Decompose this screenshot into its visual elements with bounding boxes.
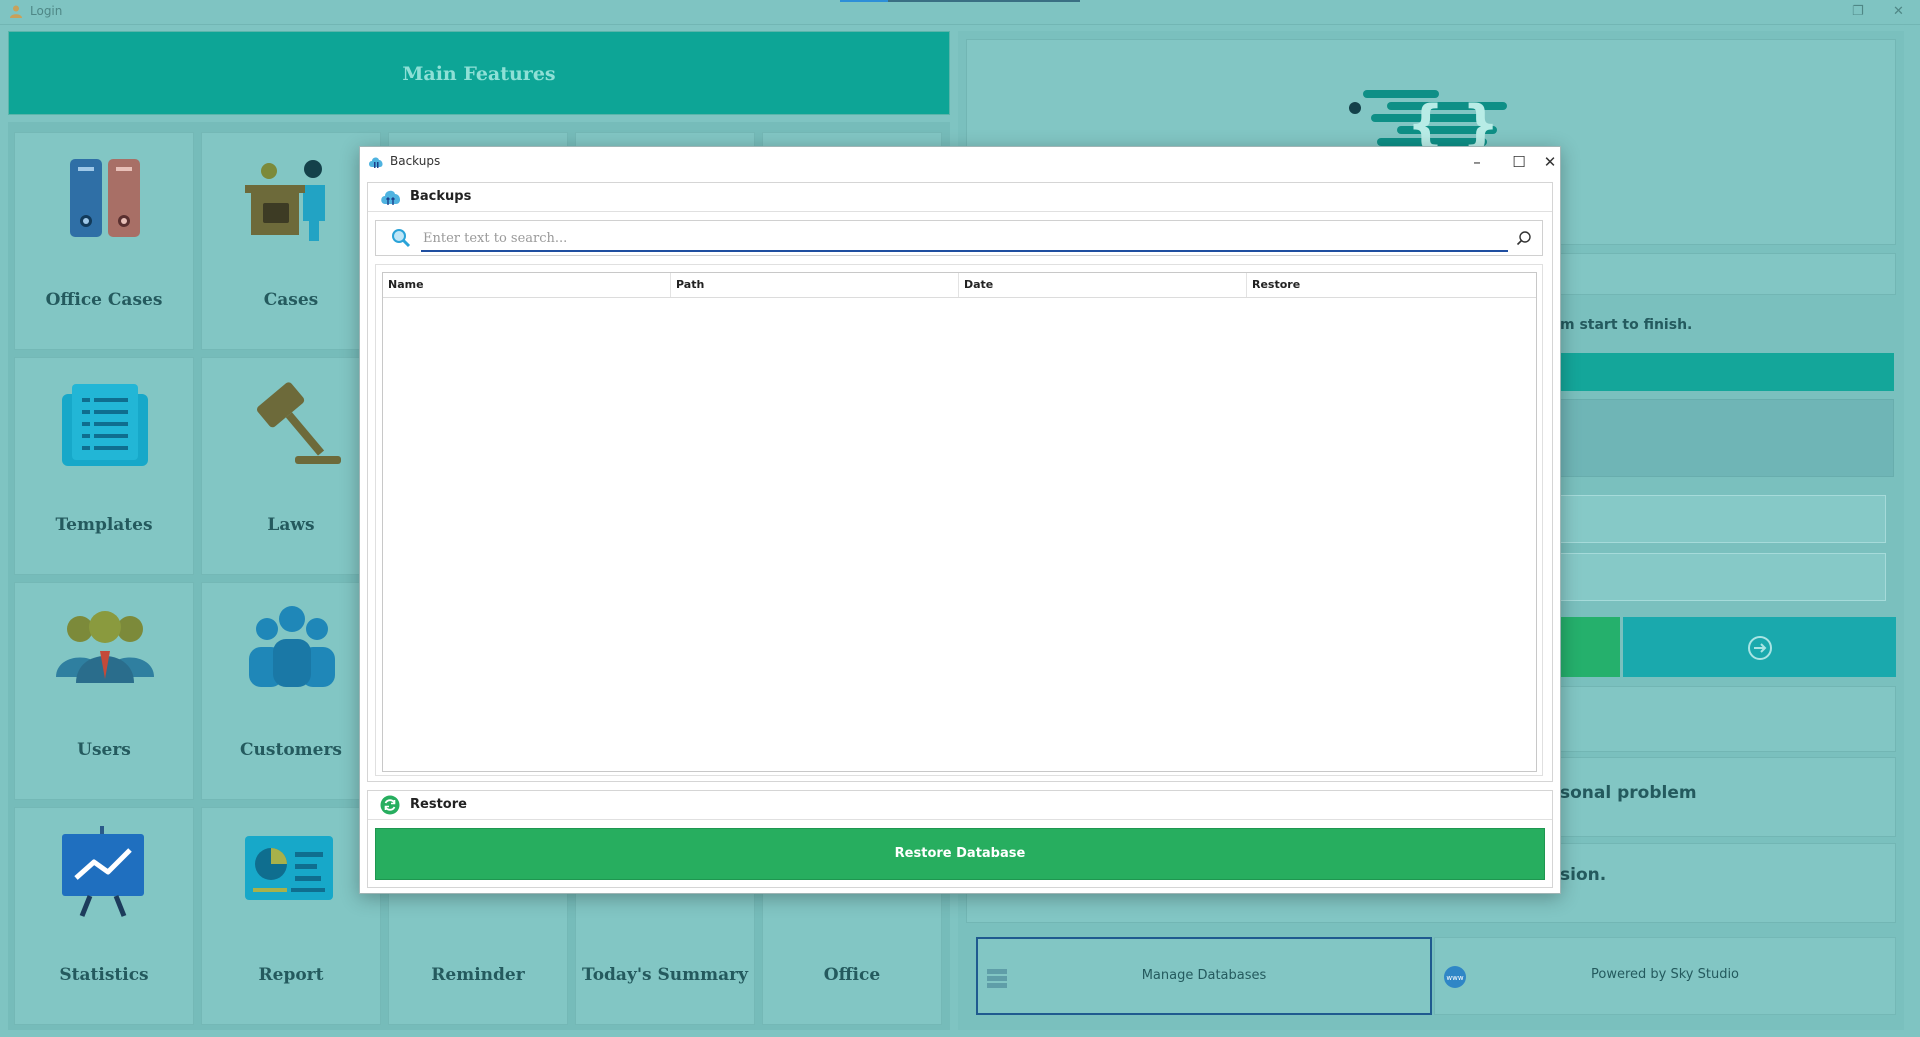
window-title: Login [30,4,63,18]
gavel-icon [256,382,341,464]
teal-bar [1558,353,1894,391]
manage-databases-label: Manage Databases [1141,968,1267,983]
column-header-name[interactable]: Name [383,273,671,297]
manage-databases-button[interactable]: Manage Databases [976,937,1432,1015]
loading-progress-bar [840,0,1080,2]
search-input[interactable] [421,226,1508,252]
tile-report[interactable]: Report [201,807,381,1025]
dialog-title-bar[interactable]: Backups – ☐ ✕ [360,147,1560,177]
tile-label: Reminder [431,965,525,985]
table-header: Name Path Date Restore [383,273,1536,298]
tile-label: Today's Summary [582,965,748,985]
close-icon[interactable]: ✕ [1540,147,1560,177]
restore-sync-icon [380,795,400,815]
user-icon [10,5,22,18]
restore-group-title: Restore [410,797,467,812]
password-field[interactable] [1558,553,1886,601]
tile-customers[interactable]: Customers [201,582,381,800]
restore-window-icon[interactable]: ❐ [1852,4,1864,19]
close-window-icon[interactable]: ✕ [1893,4,1904,19]
main-features-title: Main Features [402,63,556,85]
backups-group-title: Backups [410,189,472,204]
restore-group-header: Restore [368,791,1552,820]
tile-laws[interactable]: Laws [201,357,381,575]
search-box [375,220,1543,256]
customers-group-icon [249,606,335,687]
tile-label: Office Cases [45,290,163,310]
tile-cases[interactable]: Cases [201,132,381,350]
tile-templates[interactable]: Templates [14,357,194,575]
window-title-bar: Login ❐ ✕ [0,0,1920,25]
backups-group-header: Backups [368,183,1552,212]
minimize-icon[interactable]: – [1456,147,1498,177]
session-text-overlay: sion. [1560,865,1607,885]
column-header-restore[interactable]: Restore [1247,273,1536,297]
tile-label: Cases [263,290,319,310]
start-button[interactable] [1558,617,1620,677]
backups-dialog: Backups – ☐ ✕ Backups Name Path Date [359,146,1561,894]
powered-by-box[interactable]: www Powered by Sky Studio [1434,937,1896,1015]
info-box [1558,399,1894,477]
tile-label: Users [77,740,131,760]
tile-label: Templates [55,515,153,535]
search-icon [392,229,411,248]
binders-icon [70,159,140,237]
trend-board-icon [62,826,144,917]
tile-statistics[interactable]: Statistics [14,807,194,1025]
column-header-date[interactable]: Date [959,273,1247,297]
maximize-icon[interactable]: ☐ [1498,147,1540,177]
tile-label: Office [823,965,881,985]
tile-label: Report [258,965,324,985]
report-chart-icon [245,836,333,900]
cloud-upload-icon [381,190,401,205]
username-field[interactable] [1558,495,1886,543]
login-arrow-icon [1748,636,1772,660]
powered-by-label: Powered by Sky Studio [1590,967,1740,982]
tile-label: Statistics [59,965,149,985]
tile-label: Customers [240,740,342,760]
cloud-backup-icon [369,157,383,168]
main-features-header: Main Features [8,31,950,115]
tile-users[interactable]: Users [14,582,194,800]
backups-table: Name Path Date Restore [382,272,1537,772]
users-group-icon [56,611,154,683]
table-body[interactable] [383,298,1536,771]
document-list-icon [62,384,148,466]
problem-text-overlay: sonal problem [1560,783,1697,803]
case-meeting-icon [245,160,325,241]
column-header-path[interactable]: Path [671,273,959,297]
restore-database-button[interactable]: Restore Database [375,828,1545,880]
tile-label: Laws [267,515,315,535]
search-submit-icon[interactable] [1516,230,1532,246]
dialog-title: Backups [390,154,441,168]
hint-text: m start to finish. [1560,317,1693,333]
tile-office-cases[interactable]: Office Cases [14,132,194,350]
login-button[interactable] [1623,617,1896,677]
